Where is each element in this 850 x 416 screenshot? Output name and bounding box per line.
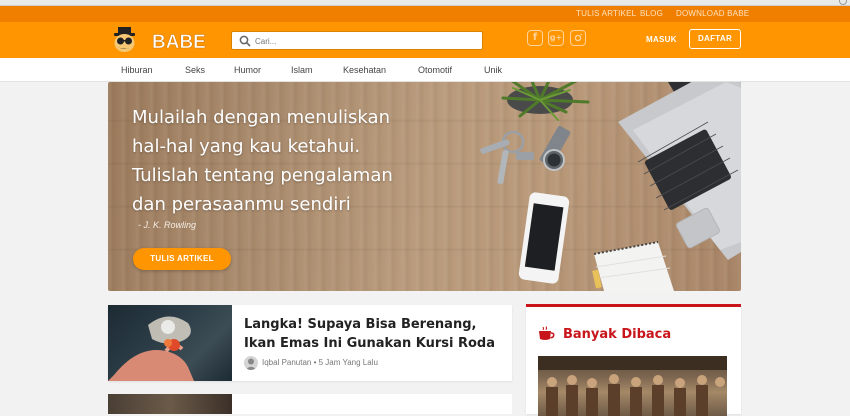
- nav-item-seks[interactable]: Seks: [185, 65, 205, 75]
- category-nav: Hiburan Seks Humor Islam Kesehatan Otomo…: [0, 58, 850, 82]
- search-input[interactable]: [255, 34, 475, 48]
- hero-quote-line: Tulislah tentang pengalaman: [132, 165, 393, 186]
- browser-control[interactable]: [839, 0, 847, 5]
- nav-item-otomotif[interactable]: Otomotif: [418, 65, 452, 75]
- article-card[interactable]: [108, 394, 512, 414]
- instagram-icon[interactable]: [570, 30, 586, 46]
- topbar-link-blog[interactable]: BLOG: [640, 9, 663, 18]
- coffee-cup-icon: [539, 326, 555, 340]
- search-box[interactable]: [231, 31, 483, 50]
- camera-glyph: [574, 33, 583, 41]
- widget-title: Banyak Dibaca: [563, 327, 672, 342]
- quote-author: - J. K. Rowling: [138, 220, 197, 230]
- facebook-icon[interactable]: f: [527, 30, 543, 46]
- write-article-button[interactable]: TULIS ARTIKEL: [133, 248, 231, 270]
- article-time: 5 Jam Yang Lalu: [318, 358, 378, 367]
- article-author[interactable]: Iqbal Panutan: [262, 358, 311, 367]
- topbar-link-tulis-artikel[interactable]: TULIS ARTIKEL: [576, 9, 636, 18]
- article-card[interactable]: Langka! Supaya Bisa Berenang, Ikan Emas …: [108, 305, 512, 381]
- popular-widget: Banyak Dibaca: [526, 304, 741, 416]
- avatar[interactable]: [244, 356, 258, 370]
- popular-article-thumbnail[interactable]: [538, 356, 727, 416]
- plant-illustration: [501, 82, 590, 121]
- google-plus-icon[interactable]: g+: [548, 30, 564, 46]
- login-link[interactable]: MASUK: [646, 35, 677, 44]
- hero-quote-line: dan perasaanmu sendiri: [132, 194, 351, 215]
- top-utility-bar: TULIS ARTIKEL BLOG DOWNLOAD BABE: [0, 6, 850, 22]
- nav-item-islam[interactable]: Islam: [291, 65, 313, 75]
- article-thumbnail[interactable]: [108, 305, 232, 381]
- article-byline: Iqbal Panutan • 5 Jam Yang Lalu: [262, 358, 378, 367]
- svg-text:BABE: BABE: [152, 32, 206, 53]
- hero-quote: Mulailah dengan menuliskan hal-hal yang …: [132, 103, 402, 219]
- article-thumbnail[interactable]: [108, 394, 232, 414]
- notebook-illustration: [592, 241, 674, 291]
- goldfish-photo: [108, 316, 194, 381]
- watch-illustration: [539, 125, 571, 171]
- hero-quote-line: hal-hal yang kau ketahui.: [132, 136, 361, 157]
- laptop-illustration: [618, 82, 741, 260]
- user-icon: [245, 358, 257, 370]
- register-button[interactable]: DAFTAR: [689, 29, 741, 49]
- babe-logo[interactable]: BABE: [110, 25, 212, 55]
- nav-item-humor[interactable]: Humor: [234, 65, 261, 75]
- article-title[interactable]: Langka! Supaya Bisa Berenang, Ikan Emas …: [244, 315, 499, 353]
- nav-item-hiburan[interactable]: Hiburan: [121, 65, 153, 75]
- smartphone-illustration: [518, 192, 570, 284]
- mascot-icon: BABE: [114, 27, 206, 53]
- keys-illustration: [480, 130, 534, 184]
- search-icon: [239, 35, 251, 47]
- hero-quote-line: Mulailah dengan menuliskan: [132, 107, 390, 128]
- nav-item-kesehatan[interactable]: Kesehatan: [343, 65, 386, 75]
- topbar-link-download[interactable]: DOWNLOAD BABE: [676, 9, 749, 18]
- hero-banner: Mulailah dengan menuliskan hal-hal yang …: [108, 82, 741, 291]
- crowd-photo: [538, 356, 727, 416]
- main-header: BABE f g+ MASUK DAFTAR: [0, 22, 850, 58]
- nav-item-unik[interactable]: Unik: [484, 65, 502, 75]
